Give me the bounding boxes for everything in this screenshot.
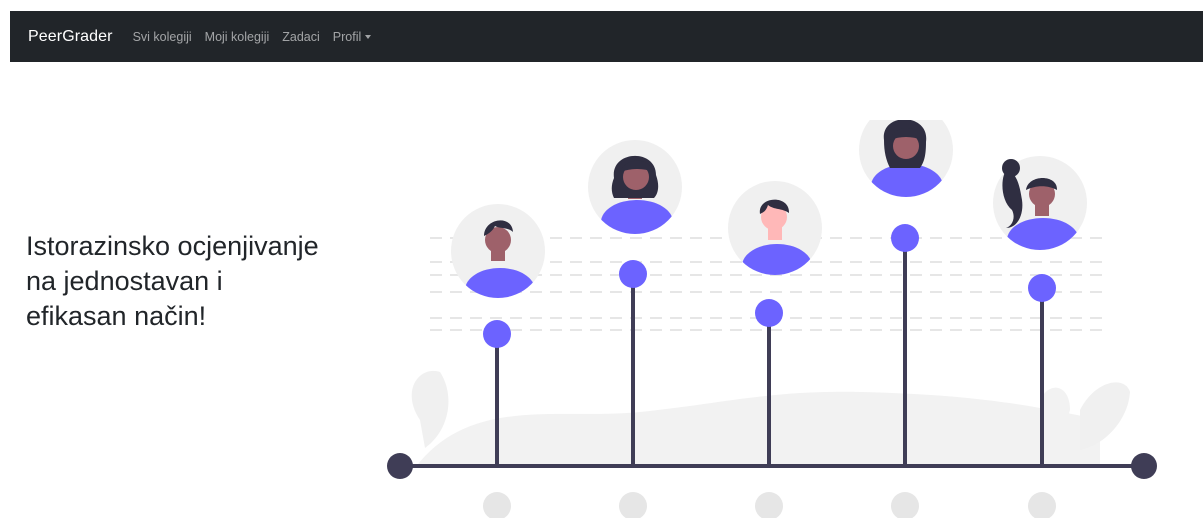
person-avatar-4 — [859, 120, 953, 197]
person-avatar-2 — [588, 140, 682, 234]
bottom-dots — [483, 492, 1056, 518]
left-leaf — [411, 370, 449, 448]
timeline-marker-2 — [619, 260, 647, 288]
page: PeerGrader Svi kolegiji Moji kolegiji Za… — [0, 0, 1203, 518]
nav-dropdown-profile[interactable]: Profil — [332, 29, 372, 44]
person-avatar-1 — [451, 204, 545, 298]
timeline-end-dot — [1131, 453, 1157, 479]
right-leaf — [1080, 382, 1130, 450]
nav-dropdown-profile-label: Profil — [332, 29, 362, 44]
person-avatar-3 — [728, 181, 822, 275]
background-hill — [415, 391, 1100, 468]
top-navbar: PeerGrader Svi kolegiji Moji kolegiji Za… — [10, 11, 1203, 62]
hero-title: Istorazinsko ocjenjivanje na jednostavan… — [26, 231, 319, 331]
person-avatar-5 — [993, 156, 1087, 250]
timeline-marker-5 — [1028, 274, 1056, 302]
nav-link-my-courses[interactable]: Moji kolegiji — [205, 30, 270, 44]
nav-link-assignments[interactable]: Zadaci — [282, 30, 320, 44]
nav-link-all-courses[interactable]: Svi kolegiji — [133, 30, 192, 44]
timeline-marker-4 — [891, 224, 919, 252]
timeline-marker-1 — [483, 320, 511, 348]
timeline-illustration — [387, 120, 1157, 518]
navbar-brand[interactable]: PeerGrader — [28, 28, 113, 46]
timeline-marker-3 — [755, 299, 783, 327]
caret-down-icon — [365, 34, 372, 39]
timeline-start-dot — [387, 453, 413, 479]
